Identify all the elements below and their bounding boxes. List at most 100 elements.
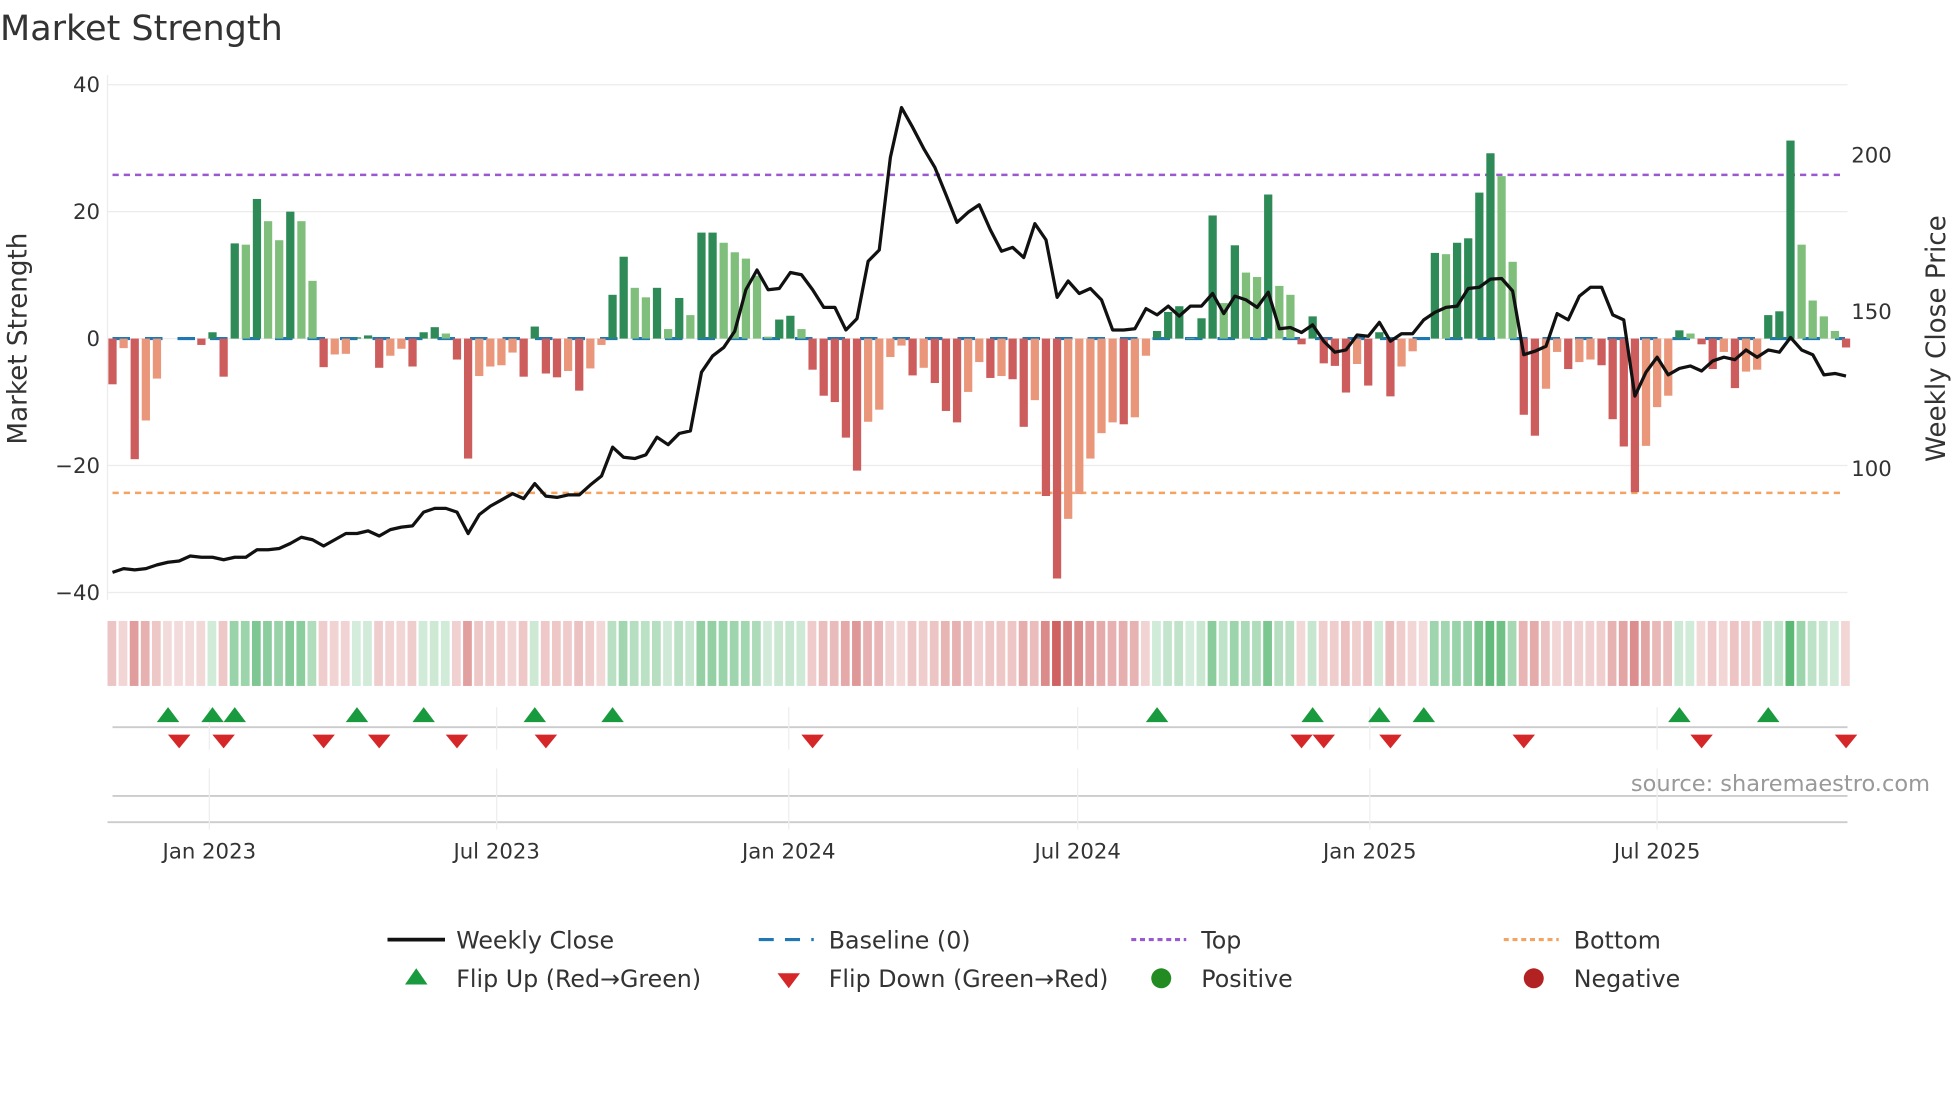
negative-bar bbox=[1064, 338, 1073, 519]
flip-up-triangle-icon bbox=[405, 968, 428, 985]
strip-cell-positive bbox=[1485, 620, 1495, 686]
negative-bar bbox=[586, 338, 595, 369]
strip-cell-negative bbox=[518, 620, 528, 686]
positive-bar bbox=[630, 287, 639, 339]
strip-cell-negative bbox=[1407, 620, 1417, 686]
negative-bar bbox=[108, 338, 117, 385]
positive-bar bbox=[1797, 244, 1806, 339]
negative-bar bbox=[1741, 338, 1751, 372]
negative-bar bbox=[952, 338, 962, 423]
flip-down-marker bbox=[445, 734, 469, 749]
strip-cell-negative bbox=[852, 620, 861, 686]
positive-bar bbox=[1764, 315, 1773, 339]
positive-bar bbox=[752, 275, 762, 339]
market-strength-chart: Market Strength Market Strength Weekly C… bbox=[0, 9, 1952, 993]
flip-up-marker bbox=[412, 707, 435, 723]
strip-cell-positive bbox=[307, 620, 317, 686]
flip-up-marker bbox=[1368, 707, 1391, 723]
strip-cell-negative bbox=[1752, 620, 1761, 686]
negative-bar bbox=[497, 338, 506, 366]
strip-cell-negative bbox=[540, 620, 550, 686]
strip-cell-positive bbox=[1441, 620, 1450, 686]
strip-cell-negative bbox=[1663, 620, 1672, 686]
negative-bar bbox=[563, 338, 573, 371]
negative-bar bbox=[1408, 338, 1417, 352]
flip-up-marker bbox=[1668, 707, 1691, 723]
strip-cell-negative bbox=[1318, 620, 1328, 686]
negative-bar bbox=[486, 338, 495, 367]
strip-cell-negative bbox=[996, 620, 1006, 686]
positive-bar bbox=[1164, 311, 1173, 339]
positive-bar bbox=[419, 332, 428, 339]
strip-cell-negative bbox=[318, 620, 328, 686]
left-tick-label: −40 bbox=[55, 581, 100, 606]
flip-up-marker bbox=[223, 707, 246, 723]
strip-cell-negative bbox=[918, 620, 928, 686]
positive-bar bbox=[1264, 194, 1273, 339]
strip-cell-negative bbox=[1585, 620, 1595, 686]
positive-bar bbox=[1808, 300, 1817, 339]
positive-bar bbox=[430, 327, 439, 339]
flip-up-marker bbox=[1301, 707, 1324, 723]
strip-cell-positive bbox=[1429, 620, 1439, 686]
flip-up-marker bbox=[1145, 707, 1169, 723]
negative-bar bbox=[375, 338, 384, 368]
positive-circle-icon bbox=[1151, 968, 1172, 989]
positive-bar bbox=[297, 221, 306, 339]
strip-cell-negative bbox=[963, 620, 972, 686]
strip-cell-positive bbox=[440, 620, 450, 686]
strip-cell-positive bbox=[1174, 620, 1184, 686]
strip-cell-negative bbox=[1040, 620, 1050, 686]
positive-bar bbox=[1241, 272, 1251, 339]
strip-cell-positive bbox=[707, 620, 717, 686]
strip-cell-negative bbox=[1618, 620, 1628, 686]
negative-bar bbox=[1653, 338, 1662, 408]
positive-bar bbox=[1197, 318, 1206, 339]
strip-cell-positive bbox=[1507, 620, 1517, 686]
flip-up-marker bbox=[1412, 707, 1436, 723]
strip-cell-negative bbox=[407, 620, 417, 686]
strip-cell-negative bbox=[1018, 620, 1028, 686]
strip-cell-positive bbox=[1829, 620, 1839, 686]
negative-bar bbox=[908, 338, 917, 376]
positive-bar bbox=[1686, 333, 1695, 339]
strip-cell-positive bbox=[1285, 620, 1295, 686]
strip-cell-negative bbox=[1418, 620, 1428, 686]
strip-cell-positive bbox=[785, 620, 795, 686]
strip-cell-positive bbox=[774, 620, 783, 686]
negative-bar bbox=[597, 338, 606, 345]
positive-bar bbox=[664, 329, 673, 339]
strip-cell-positive bbox=[285, 620, 295, 686]
strip-cell-negative bbox=[474, 620, 483, 686]
right-tick-label: 150 bbox=[1851, 300, 1892, 325]
strip-cell-positive bbox=[207, 620, 217, 686]
flip-down-marker bbox=[801, 734, 824, 749]
positive-bar bbox=[1275, 285, 1284, 339]
legend-negative: Negative bbox=[1574, 965, 1681, 993]
positive-bar bbox=[619, 256, 628, 339]
right-tick-label: 100 bbox=[1851, 457, 1892, 482]
strip-cell-positive bbox=[1463, 620, 1472, 686]
positive-bar bbox=[363, 335, 373, 339]
positive-bar bbox=[1230, 245, 1239, 339]
positive-bar bbox=[697, 232, 706, 339]
strip-cell-negative bbox=[1729, 620, 1739, 686]
strip-cell-negative bbox=[329, 620, 339, 686]
strip-cell-negative bbox=[985, 620, 995, 686]
strip-cell-positive bbox=[685, 620, 695, 686]
negative-bar bbox=[1397, 338, 1406, 367]
negative-bar bbox=[1553, 338, 1562, 352]
negative-bar bbox=[1097, 338, 1106, 434]
strip-cell-negative bbox=[1385, 620, 1395, 686]
positive-bar bbox=[352, 337, 362, 339]
strip-cell-positive bbox=[740, 620, 750, 686]
strip-cell-negative bbox=[396, 620, 406, 686]
strip-cell-positive bbox=[240, 620, 250, 686]
left-axis-title: Market Strength bbox=[3, 233, 33, 445]
negative-bar bbox=[1619, 338, 1628, 447]
negative-bar bbox=[141, 338, 150, 421]
legend: Weekly Close Baseline (0) Top Bottom Fli… bbox=[387, 926, 1681, 993]
strip-cell-negative bbox=[1529, 620, 1539, 686]
positive-bar bbox=[1452, 242, 1462, 339]
strip-cell-negative bbox=[1085, 620, 1095, 686]
